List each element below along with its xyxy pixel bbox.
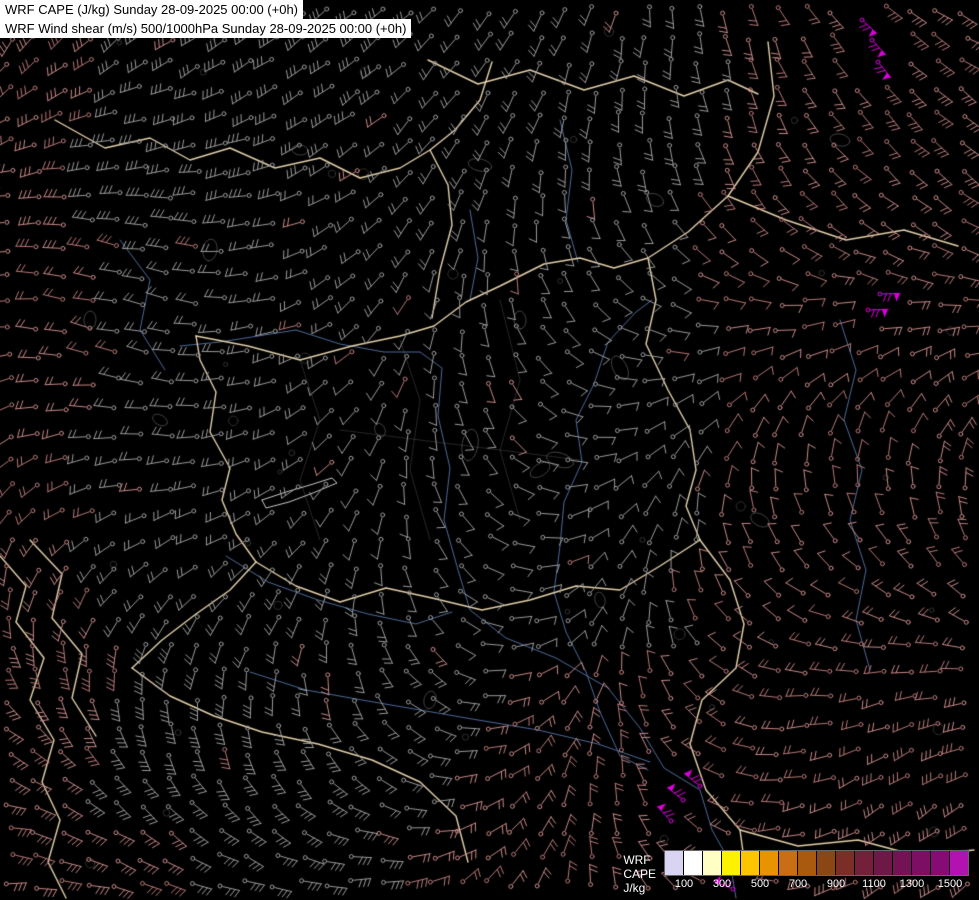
title-line-1: WRF CAPE (J/kg) Sunday 28-09-2025 00:00 … xyxy=(0,0,304,19)
legend-swatch xyxy=(760,851,778,875)
legend-tick-label: 1500 xyxy=(937,878,963,890)
legend-tick-label: 700 xyxy=(788,878,808,890)
legend-variable-label: CAPE xyxy=(623,867,656,881)
title-line-2: WRF Wind shear (m/s) 500/1000hPa Sunday … xyxy=(0,19,412,38)
legend-units-label: J/kg xyxy=(623,881,646,895)
legend-swatch xyxy=(741,851,759,875)
legend-tick-label: 1100 xyxy=(862,878,886,890)
legend-tick-label: 1300 xyxy=(899,878,925,890)
legend-model-label: WRF xyxy=(623,853,651,867)
legend-swatch xyxy=(798,851,816,875)
legend-swatch xyxy=(665,851,683,875)
legend-swatch xyxy=(684,851,702,875)
map-title-block: WRF CAPE (J/kg) Sunday 28-09-2025 00:00 … xyxy=(0,0,412,38)
legend-swatch xyxy=(912,851,930,875)
legend-swatch xyxy=(703,851,721,875)
legend-tick-label: 500 xyxy=(750,878,770,890)
legend-swatch xyxy=(950,851,968,875)
weather-map-root: WRF CAPE (J/kg) Sunday 28-09-2025 00:00 … xyxy=(0,0,979,900)
weather-map-canvas xyxy=(0,0,979,900)
legend-swatch xyxy=(893,851,911,875)
legend-swatch xyxy=(722,851,740,875)
legend-swatch xyxy=(855,851,873,875)
legend-swatch xyxy=(931,851,949,875)
legend-swatch xyxy=(817,851,835,875)
legend-bar xyxy=(664,850,969,876)
legend-swatch xyxy=(836,851,854,875)
legend-ticks: 100 300 500 700 900 1100 1300 1500 xyxy=(664,878,969,892)
legend-swatch xyxy=(779,851,797,875)
legend-tick-label: 900 xyxy=(826,878,846,890)
legend: WRF CAPE J/kg 100 300 500 700 900 1100 1300 150… xyxy=(623,850,969,895)
legend-tick-label: 100 xyxy=(674,878,694,890)
legend-scale: 100 300 500 700 900 1100 1300 1500 xyxy=(664,850,969,892)
legend-tick-label: 300 xyxy=(712,878,732,890)
legend-swatch xyxy=(874,851,892,875)
legend-labels: WRF CAPE J/kg xyxy=(623,850,656,895)
